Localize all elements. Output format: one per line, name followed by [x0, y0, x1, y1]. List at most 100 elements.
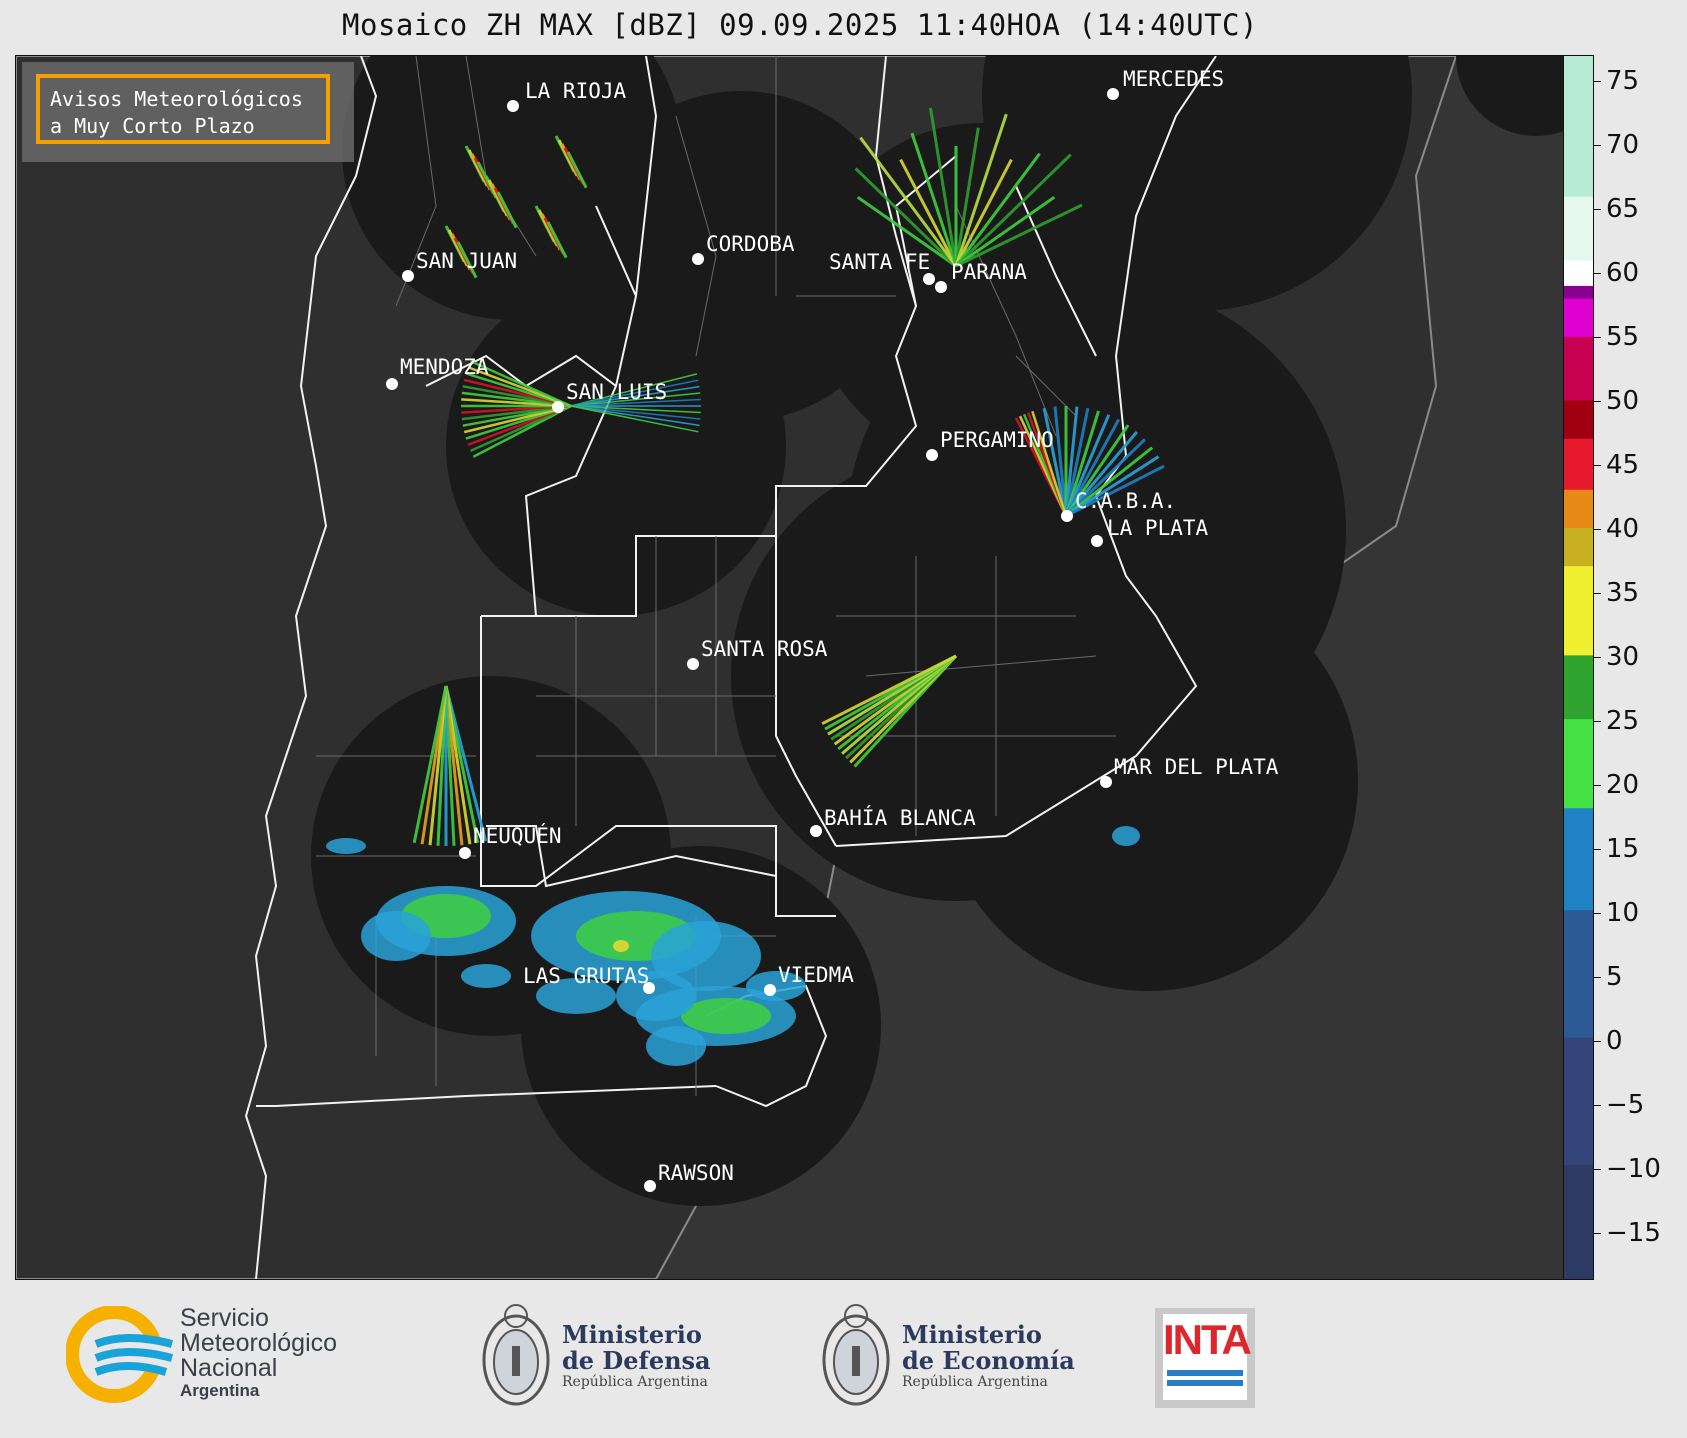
notice-box[interactable]: Avisos Meteorológicos a Muy Corto Plazo	[36, 74, 330, 144]
colorbar-step	[1564, 1266, 1593, 1279]
city-label: PARANA	[951, 260, 1027, 284]
logo-strip: Servicio Meteorológico Nacional Argentin…	[0, 1280, 1687, 1438]
colorbar-step	[1564, 973, 1593, 987]
colorbar-step	[1564, 285, 1593, 299]
notice-line-2: a Muy Corto Plazo	[50, 114, 255, 138]
defensa-line-1: Ministerio	[562, 1320, 702, 1349]
colorbar-tick-label: 65	[1606, 193, 1640, 224]
colorbar-tick	[1593, 1041, 1601, 1043]
colorbar-step	[1564, 489, 1593, 503]
city-label: PERGAMINO	[940, 428, 1054, 452]
colorbar-step	[1564, 323, 1593, 337]
colorbar-step	[1564, 1138, 1593, 1153]
colorbar-step	[1564, 247, 1593, 261]
city-label: NEUQUÉN	[473, 823, 562, 848]
echo-blob	[326, 838, 366, 854]
city-label: MAR DEL PLATA	[1114, 755, 1279, 779]
colorbar-tick	[1593, 400, 1601, 402]
city-dot	[764, 984, 776, 996]
city-dot	[507, 100, 519, 112]
colorbar-step	[1564, 170, 1593, 184]
colorbar-step	[1564, 1215, 1593, 1229]
city-dot	[644, 1180, 656, 1192]
smn-line-4: Argentina	[180, 1381, 260, 1400]
notice-line-1: Avisos Meteorológicos	[50, 87, 303, 111]
colorbar-step	[1564, 106, 1593, 121]
city-dot	[402, 270, 414, 282]
colorbar-step	[1564, 552, 1593, 567]
colorbar-step	[1564, 272, 1593, 286]
colorbar-tick	[1593, 208, 1601, 210]
colorbar-step	[1564, 119, 1593, 134]
colorbar-step	[1564, 782, 1593, 796]
echo-blob	[646, 1026, 706, 1066]
colorbar-step	[1564, 196, 1593, 210]
smn-line-3: Nacional	[180, 1354, 278, 1382]
colorbar-step	[1564, 425, 1593, 439]
colorbar-step	[1564, 616, 1593, 630]
economia-line-2: de Economía	[902, 1346, 1075, 1375]
colorbar-step	[1564, 871, 1593, 885]
colorbar-step	[1564, 642, 1593, 656]
colorbar-step	[1564, 183, 1593, 197]
city-dot	[1091, 535, 1103, 547]
colorbar-step	[1564, 438, 1593, 452]
colorbar-step	[1564, 705, 1593, 720]
colorbar-step	[1564, 1189, 1593, 1204]
city-dot	[1100, 776, 1112, 788]
colorbar-step	[1564, 985, 1593, 1000]
colorbar-tick	[1593, 464, 1601, 466]
colorbar-step	[1564, 692, 1593, 707]
colorbar-step	[1564, 603, 1593, 618]
city-label: LA RIOJA	[525, 79, 627, 103]
city-label: MERCEDES	[1123, 67, 1224, 91]
colorbar-step	[1564, 94, 1593, 108]
colorbar-step	[1564, 578, 1593, 592]
colorbar-step	[1564, 1228, 1593, 1242]
colorbar-tick-label: 60	[1606, 257, 1640, 288]
city-dot	[923, 273, 935, 285]
colorbar-step	[1564, 731, 1593, 745]
colorbar-step	[1564, 629, 1593, 643]
colorbar-tick-label: 75	[1606, 65, 1640, 96]
economia-seal-icon	[822, 1304, 890, 1406]
notice-panel[interactable]: Avisos Meteorológicos a Muy Corto Plazo	[22, 62, 354, 162]
city-dot	[1107, 88, 1119, 100]
smn-logo-text: Servicio Meteorológico Nacional Argentin…	[180, 1306, 337, 1401]
colorbar-step	[1564, 960, 1593, 974]
smn-logo-icon	[66, 1306, 174, 1403]
colorbar-step	[1564, 527, 1593, 541]
colorbar-step	[1564, 1075, 1593, 1089]
colorbar-step	[1564, 68, 1593, 83]
colorbar-step	[1564, 298, 1593, 312]
inta-logo-text: INTA	[1163, 1316, 1252, 1363]
colorbar-step	[1564, 310, 1593, 325]
colorbar-tick-label: 30	[1606, 641, 1640, 672]
colorbar-step	[1564, 591, 1593, 605]
colorbar-step	[1564, 221, 1593, 235]
colorbar-tick-label: 15	[1606, 833, 1640, 864]
economia-line-1: Ministerio	[902, 1320, 1042, 1349]
radar-map[interactable]: LA RIOJA MERCEDES CORDOBA SAN JUAN SANTA FE P…	[15, 55, 1564, 1280]
colorbar-step	[1564, 858, 1593, 872]
city-label: SAN JUAN	[416, 249, 517, 273]
city-dot	[692, 253, 704, 265]
colorbar-step	[1564, 807, 1593, 821]
city-label: RAWSON	[658, 1161, 734, 1185]
colorbar-step	[1564, 794, 1593, 809]
colorbar-step	[1564, 132, 1593, 146]
colorbar-step	[1564, 234, 1593, 248]
colorbar-tick-label: 55	[1606, 321, 1640, 352]
colorbar-tick-label: 10	[1606, 898, 1640, 929]
city-label: MENDOZA	[400, 355, 489, 379]
city-dot	[687, 658, 699, 670]
city-label: SAN LUIS	[566, 380, 667, 404]
colorbar-tick	[1593, 1169, 1601, 1171]
colorbar-step	[1564, 1202, 1593, 1216]
colorbar-step	[1564, 1100, 1593, 1114]
echo-blob	[681, 998, 771, 1034]
city-dot	[926, 449, 938, 461]
colorbar-tick	[1593, 528, 1601, 530]
defensa-logo-text: Ministerio de Defensa República Argentin…	[562, 1320, 711, 1391]
colorbar-tick-label: 50	[1606, 385, 1640, 416]
